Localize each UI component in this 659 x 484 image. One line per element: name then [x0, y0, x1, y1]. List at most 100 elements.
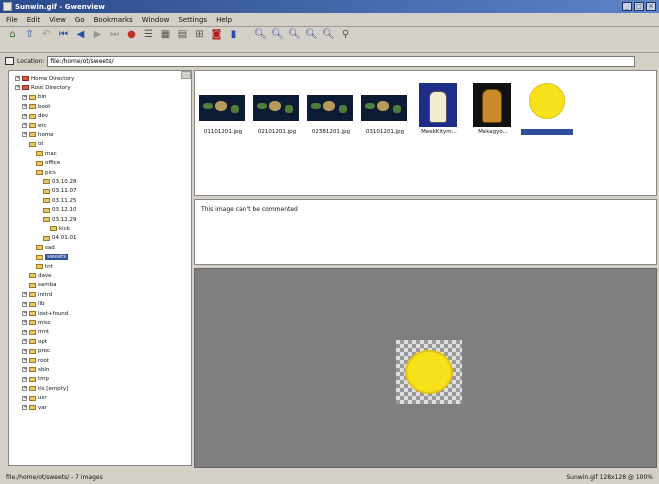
menu-file[interactable]: File	[6, 16, 18, 24]
expander-icon[interactable]: +	[22, 132, 27, 138]
up-icon[interactable]: ⇧	[23, 29, 36, 42]
menu-go[interactable]: Go	[75, 16, 85, 24]
tree-item[interactable]: + home	[22, 131, 54, 138]
expander-icon[interactable]: +	[22, 358, 27, 363]
tree-item[interactable]: 03.11.07	[43, 188, 77, 195]
expander-icon[interactable]: +	[15, 76, 20, 81]
tree-item[interactable]: + var	[22, 404, 47, 411]
expander-icon[interactable]: +	[22, 320, 27, 326]
tree-item[interactable]: office	[36, 160, 60, 167]
tree-item[interactable]: + root	[22, 357, 49, 364]
tree-item[interactable]: pics	[36, 169, 56, 176]
tree-scrollbar[interactable]	[181, 71, 191, 79]
list-view-icon[interactable]: ☰	[142, 29, 155, 42]
tree-item[interactable]: ot	[29, 141, 44, 148]
tree-item[interactable]: + boot	[22, 103, 50, 110]
menu-help[interactable]: Help	[216, 16, 232, 24]
expander-icon[interactable]: +	[22, 301, 27, 307]
slideshow-icon[interactable]: ◙	[210, 29, 223, 42]
previous-icon[interactable]: ◀	[74, 29, 87, 42]
tree-item[interactable]: 03.12.29	[43, 216, 77, 223]
thumbnail[interactable]: 01101201.jpg	[197, 79, 247, 149]
maximize-button[interactable]: □	[634, 2, 644, 11]
stop-icon[interactable]: ●	[125, 29, 138, 42]
tree-item[interactable]: + tls.[empty]	[22, 385, 68, 392]
folder-tree[interactable]: + Home Directory + Root Directory + bin + boot +…	[8, 70, 192, 466]
expander-icon[interactable]: +	[15, 85, 20, 91]
last-image-icon[interactable]: ⏭	[108, 29, 121, 42]
tree-view-icon[interactable]: ▤	[176, 29, 189, 42]
thumbnail[interactable]: MeekKitym...	[413, 79, 463, 149]
expander-icon[interactable]: +	[22, 405, 27, 410]
fullscreen-icon[interactable]: ⊞	[193, 29, 206, 42]
zoom-extra-icon[interactable]: 🔍︎	[322, 29, 335, 42]
image-viewer[interactable]	[194, 268, 657, 468]
zoom-lock-icon[interactable]: 🔍︎	[305, 29, 318, 42]
expander-icon[interactable]: +	[22, 123, 27, 128]
back-icon[interactable]: ↶	[40, 29, 53, 42]
expander-icon[interactable]: +	[22, 386, 27, 392]
tree-item[interactable]: + bin	[22, 94, 47, 101]
thumbnail[interactable]: 02381201.jpg	[305, 79, 355, 149]
pin-icon[interactable]: ⚲	[339, 29, 352, 42]
tree-item[interactable]: + proc	[22, 348, 50, 355]
expander-icon[interactable]: +	[22, 367, 27, 373]
tree-item[interactable]: + tmp	[22, 376, 49, 383]
menu-bookmarks[interactable]: Bookmarks	[94, 16, 133, 24]
tree-item[interactable]: + Home Directory	[15, 75, 74, 82]
tree-item[interactable]: + usr	[22, 395, 47, 402]
tree-item[interactable]: kick	[50, 225, 70, 232]
tree-item[interactable]: + mnt	[22, 329, 49, 336]
menu-edit[interactable]: Edit	[27, 16, 41, 24]
close-button[interactable]: ×	[646, 2, 656, 11]
tree-item[interactable]: + Root Directory	[15, 84, 71, 91]
tree-item[interactable]: + etc	[22, 122, 47, 129]
expander-icon[interactable]: +	[22, 104, 27, 110]
tree-item[interactable]: + opt	[22, 338, 47, 345]
menu-view[interactable]: View	[49, 16, 66, 24]
expander-icon[interactable]: +	[22, 329, 27, 335]
folder-icon	[36, 151, 43, 157]
first-image-icon[interactable]: ⏮	[57, 29, 70, 42]
tree-item[interactable]: + dev	[22, 113, 48, 120]
tree-item[interactable]: + lost+found	[22, 310, 68, 317]
zoom-fit-icon[interactable]: 🔍︎	[288, 29, 301, 42]
tree-item[interactable]: samba	[29, 282, 56, 289]
tree-item[interactable]: dave	[29, 272, 52, 279]
expander-icon[interactable]: +	[22, 292, 27, 298]
thumbnail-view-icon[interactable]: ▦	[159, 29, 172, 42]
expander-icon[interactable]: +	[22, 339, 27, 345]
tree-item[interactable]: 03.10.28	[43, 178, 77, 185]
tree-item[interactable]: tnt	[36, 263, 53, 270]
thumbnail[interactable]: 02101201.jpg	[251, 79, 301, 149]
thumbnail[interactable]: 03101201.jpg	[359, 79, 409, 149]
expander-icon[interactable]: +	[22, 311, 27, 316]
minimize-button[interactable]: _	[622, 2, 632, 11]
expander-icon[interactable]: +	[22, 113, 27, 119]
expander-icon[interactable]: +	[22, 348, 27, 354]
expander-icon[interactable]: +	[22, 376, 27, 382]
tree-item[interactable]: + misc	[22, 319, 51, 326]
zoom-out-icon[interactable]: 🔍︎	[254, 29, 267, 42]
expander-icon[interactable]: +	[22, 94, 27, 100]
tree-item[interactable]: + initrd	[22, 291, 52, 298]
thumbnail-view[interactable]: 01101201.jpg 02101201.jpg 02381201.jpg 0310…	[194, 70, 657, 196]
thumbnail[interactable]: Mekagyo...	[467, 79, 517, 149]
tree-item[interactable]: + sbin	[22, 366, 49, 373]
zoom-reset-icon[interactable]: 🔍︎	[271, 29, 284, 42]
thumbnail[interactable]: Sunwin.gif	[521, 79, 573, 149]
tree-item[interactable]: 03.11.25	[43, 197, 77, 204]
home-icon[interactable]: ⌂	[6, 29, 19, 42]
tree-item[interactable]: 03.12.10	[43, 207, 77, 214]
location-input[interactable]	[47, 55, 636, 67]
tree-item[interactable]: + lib	[22, 301, 45, 308]
zoom-in-icon[interactable]: ▮	[227, 29, 240, 42]
expander-icon[interactable]: +	[22, 395, 27, 401]
next-icon[interactable]: ▶	[91, 29, 104, 42]
tree-item[interactable]: 04.01.01	[43, 235, 77, 242]
menu-settings[interactable]: Settings	[178, 16, 207, 24]
menu-window[interactable]: Window	[142, 16, 170, 24]
tree-item[interactable]: sweets	[36, 254, 69, 261]
tree-item[interactable]: mac	[36, 150, 57, 157]
tree-item[interactable]: sad	[36, 244, 55, 251]
